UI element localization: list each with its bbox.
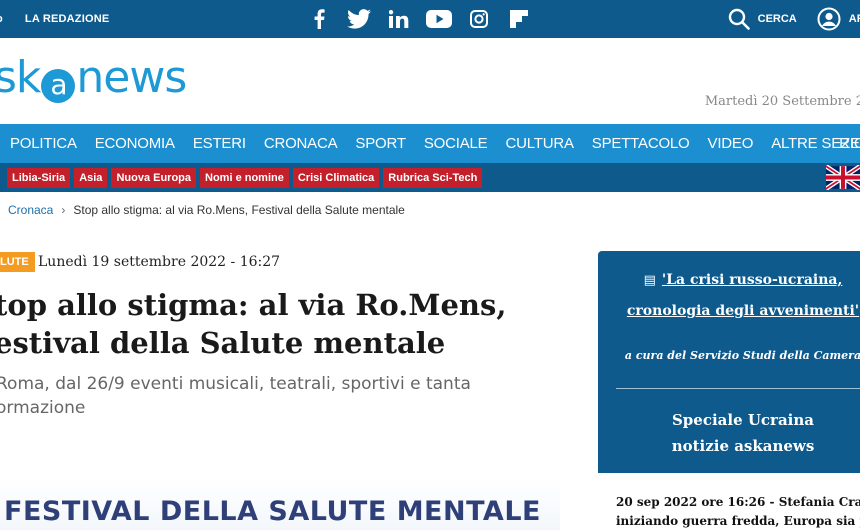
- nav-item-esteri[interactable]: ESTERI: [193, 135, 246, 152]
- social-links: [306, 0, 546, 38]
- top-link-redazione[interactable]: LA REDAZIONE: [25, 13, 110, 25]
- top-links: o LA REDAZIONE: [0, 0, 131, 38]
- tag-rubrica-sci-tech[interactable]: Rubrica Sci-Tech: [383, 167, 483, 188]
- facebook-icon[interactable]: [306, 8, 332, 30]
- current-date: Martedì 20 Settembre 2: [704, 94, 860, 109]
- instagram-icon[interactable]: [466, 8, 492, 30]
- twitter-icon[interactable]: [346, 8, 372, 30]
- article-subtitle: Roma, dal 26/9 eventi musicali, teatrali…: [0, 372, 556, 420]
- sidebar-chronology-link[interactable]: ▤ 'La crisi russo-ucraina, cronologia deg…: [598, 265, 860, 326]
- search-label: CERCA: [757, 13, 797, 25]
- sidebar-title-line: 'La crisi russo-ucraina,: [661, 272, 843, 288]
- breadcrumb: › Cronaca › Stop allo stigma: al via Ro.…: [0, 203, 405, 217]
- sidebar-divider: [616, 388, 860, 389]
- nav-item-sociale[interactable]: SOCIALE: [424, 135, 488, 152]
- topic-tags: Libia-Siria Asia Nuova Europa Nomi e nom…: [0, 163, 860, 192]
- sidebar-news-item[interactable]: 20 sep 2022 ore 16:26 - Stefania Craxi: …: [598, 473, 860, 530]
- top-link-cut[interactable]: o: [0, 13, 3, 25]
- breadcrumb-section[interactable]: Cronaca: [8, 203, 53, 217]
- tag-nomi-e-nomine[interactable]: Nomi e nomine: [200, 167, 289, 188]
- nav-item-economia[interactable]: ECONOMIA: [95, 135, 175, 152]
- nav-item-video[interactable]: VIDEO: [708, 135, 754, 152]
- tag-crisi-climatica[interactable]: Crisi Climatica: [292, 167, 380, 188]
- article-subtitle-line: Roma, dal 26/9 eventi musicali, teatrali…: [0, 374, 471, 394]
- youtube-icon[interactable]: [426, 8, 452, 30]
- sidebar-speciale-line: Speciale Ucraina: [671, 411, 815, 429]
- sidebar-ukraine-box: ▤ 'La crisi russo-ucraina, cronologia deg…: [598, 251, 860, 530]
- tag-nuova-europa[interactable]: Nuova Europa: [111, 167, 197, 188]
- nav-item-right[interactable]: RE: [839, 124, 860, 163]
- category-badge[interactable]: LUTE: [0, 252, 35, 272]
- top-bar: o LA REDAZIONE CERCA ARE: [0, 0, 860, 38]
- nav-item-politica[interactable]: POLITICA: [10, 135, 77, 152]
- search-button[interactable]: CERCA: [728, 8, 797, 30]
- top-actions: CERCA ARE: [728, 0, 860, 38]
- uk-flag-icon[interactable]: [826, 165, 860, 190]
- logo-text-right: news: [76, 52, 187, 103]
- nav-item-spettacolo[interactable]: SPETTACOLO: [592, 135, 690, 152]
- article-title: top allo stigma: al via Ro.Mens, estival…: [0, 286, 554, 362]
- logo-text-left: sk: [0, 52, 41, 103]
- user-label: ARE: [848, 13, 860, 25]
- sidebar-speciale-line: notizie askanews: [671, 437, 815, 455]
- user-icon: [817, 7, 841, 31]
- sidebar-speciale-heading: Speciale Ucraina notizie askanews: [598, 407, 860, 459]
- logo-a: a: [41, 69, 76, 103]
- sidebar-title-line: cronologia degli avvenimenti': [626, 303, 860, 319]
- search-icon: [728, 8, 750, 30]
- tag-libia-siria[interactable]: Libia-Siria: [7, 167, 71, 188]
- article-hero-image: FESTIVAL DELLA SALUTE MENTALE: [0, 478, 560, 530]
- hero-image-text: FESTIVAL DELLA SALUTE MENTALE: [4, 496, 541, 527]
- site-header: sk a news Martedì 20 Settembre 2: [0, 38, 860, 124]
- user-area-button[interactable]: ARE: [817, 7, 860, 31]
- tag-asia[interactable]: Asia: [74, 167, 108, 188]
- main-nav: POLITICA ECONOMIA ESTERI CRONACA SPORT S…: [0, 124, 860, 163]
- sidebar-news-line: 20 sep 2022 ore 16:26 - Stefania Craxi: …: [616, 495, 860, 509]
- sidebar-news-line: iniziando guerra fredda, Europa sia più: [616, 514, 860, 528]
- flipboard-icon[interactable]: [506, 8, 532, 30]
- nav-item-cultura[interactable]: CULTURA: [505, 135, 574, 152]
- article-subtitle-line: ormazione: [0, 398, 86, 418]
- nav-item-cronaca[interactable]: CRONACA: [264, 135, 338, 152]
- article-title-line: top allo stigma: al via Ro.Mens,: [0, 288, 507, 322]
- nav-item-sport[interactable]: SPORT: [355, 135, 406, 152]
- site-logo[interactable]: sk a news: [0, 52, 187, 103]
- article-date: Lunedì 19 settembre 2022 - 16:27: [38, 254, 281, 270]
- linkedin-icon[interactable]: [386, 8, 412, 30]
- sidebar-curator: a cura del Servizio Studi della Camera: [624, 349, 860, 362]
- breadcrumb-separator-icon: ›: [61, 203, 66, 217]
- breadcrumb-current: Stop allo stigma: al via Ro.Mens, Festiv…: [73, 203, 405, 217]
- document-icon: ▤: [643, 273, 656, 288]
- article-title-line: estival della Salute mentale: [0, 326, 446, 360]
